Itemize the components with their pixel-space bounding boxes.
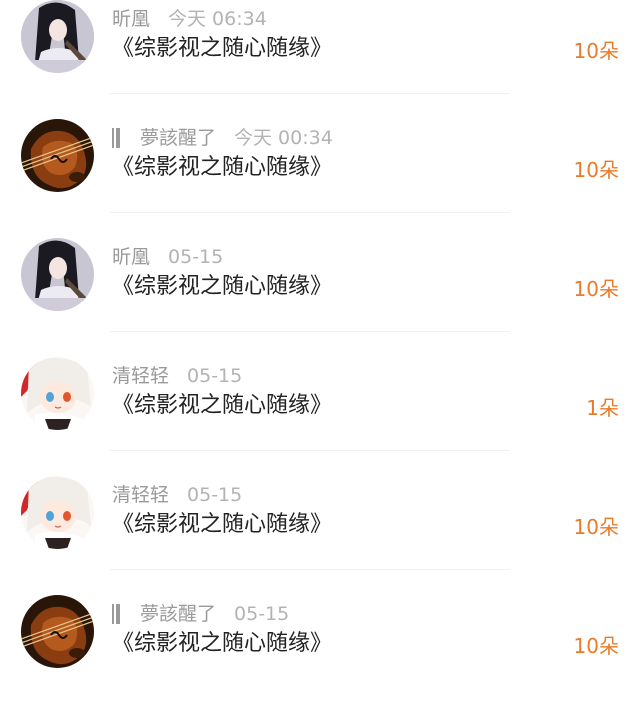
timestamp: 今天 00:34 <box>234 127 333 149</box>
divider <box>110 93 510 94</box>
list-item[interactable]: 夢該醒了 今天 00:34 《综影视之随心随缘》 10朵 <box>0 119 640 238</box>
book-title[interactable]: 《综影视之随心随缘》 <box>112 627 332 661</box>
user-name[interactable]: 清轻轻 <box>112 482 169 508</box>
timestamp: 今天 06:34 <box>168 8 267 30</box>
avatar[interactable] <box>21 119 94 192</box>
user-name[interactable]: 清轻轻 <box>112 363 169 389</box>
user-name[interactable]: 昕凰 <box>112 6 150 32</box>
row-meta: 清轻轻 05-15 <box>112 482 242 508</box>
list-item[interactable]: 昕凰 05-15 《综影视之随心随缘》 10朵 <box>0 238 640 357</box>
flower-amount: 10朵 <box>573 515 619 539</box>
user-name[interactable]: 夢該醒了 <box>140 601 216 627</box>
divider <box>110 569 510 570</box>
book-title[interactable]: 《综影视之随心随缘》 <box>112 389 332 423</box>
list-item[interactable]: 昕凰 今天 06:34 《综影视之随心随缘》 10朵 <box>0 0 640 119</box>
timestamp: 05-15 <box>187 484 243 506</box>
user-name[interactable]: 昕凰 <box>112 244 150 270</box>
signal-bars-icon <box>112 604 120 624</box>
flower-amount: 10朵 <box>573 277 619 301</box>
row-meta: 夢該醒了 05-15 <box>112 601 289 627</box>
book-title[interactable]: 《综影视之随心随缘》 <box>112 32 332 66</box>
row-meta: 清轻轻 05-15 <box>112 363 242 389</box>
avatar[interactable] <box>21 476 94 549</box>
timestamp: 05-15 <box>168 246 224 268</box>
list-item[interactable]: 夢該醒了 05-15 《综影视之随心随缘》 10朵 <box>0 595 640 714</box>
book-title[interactable]: 《综影视之随心随缘》 <box>112 270 332 304</box>
flower-amount: 10朵 <box>573 634 619 658</box>
divider <box>110 212 510 213</box>
avatar[interactable] <box>21 357 94 430</box>
list-item[interactable]: 清轻轻 05-15 《综影视之随心随缘》 10朵 <box>0 476 640 595</box>
avatar[interactable] <box>21 595 94 668</box>
user-name[interactable]: 夢該醒了 <box>140 125 216 151</box>
divider <box>110 450 510 451</box>
timestamp: 05-15 <box>234 603 290 625</box>
girl-dark-hair-avatar-icon <box>21 238 94 311</box>
row-meta: 昕凰 今天 06:34 <box>112 6 267 32</box>
row-meta: 夢該醒了 今天 00:34 <box>112 125 333 151</box>
list-item[interactable]: 清轻轻 05-15 《综影视之随心随缘》 1朵 <box>0 357 640 476</box>
flower-amount: 10朵 <box>573 158 619 182</box>
divider <box>110 331 510 332</box>
anime-white-hair-avatar-icon <box>21 357 94 430</box>
row-meta: 昕凰 05-15 <box>112 244 223 270</box>
book-title[interactable]: 《综影视之随心随缘》 <box>112 151 332 185</box>
girl-dark-hair-avatar-icon <box>21 0 94 73</box>
gift-record-list: 昕凰 今天 06:34 《综影视之随心随缘》 10朵 夢該醒了 今天 00:34 <box>0 0 640 680</box>
violin-avatar-icon <box>21 119 94 192</box>
anime-white-hair-avatar-icon <box>21 476 94 549</box>
signal-bars-icon <box>112 128 120 148</box>
book-title[interactable]: 《综影视之随心随缘》 <box>112 508 332 542</box>
flower-amount: 1朵 <box>586 396 619 420</box>
avatar[interactable] <box>21 0 94 73</box>
avatar[interactable] <box>21 238 94 311</box>
flower-amount: 10朵 <box>573 39 619 63</box>
timestamp: 05-15 <box>187 365 243 387</box>
violin-avatar-icon <box>21 595 94 668</box>
